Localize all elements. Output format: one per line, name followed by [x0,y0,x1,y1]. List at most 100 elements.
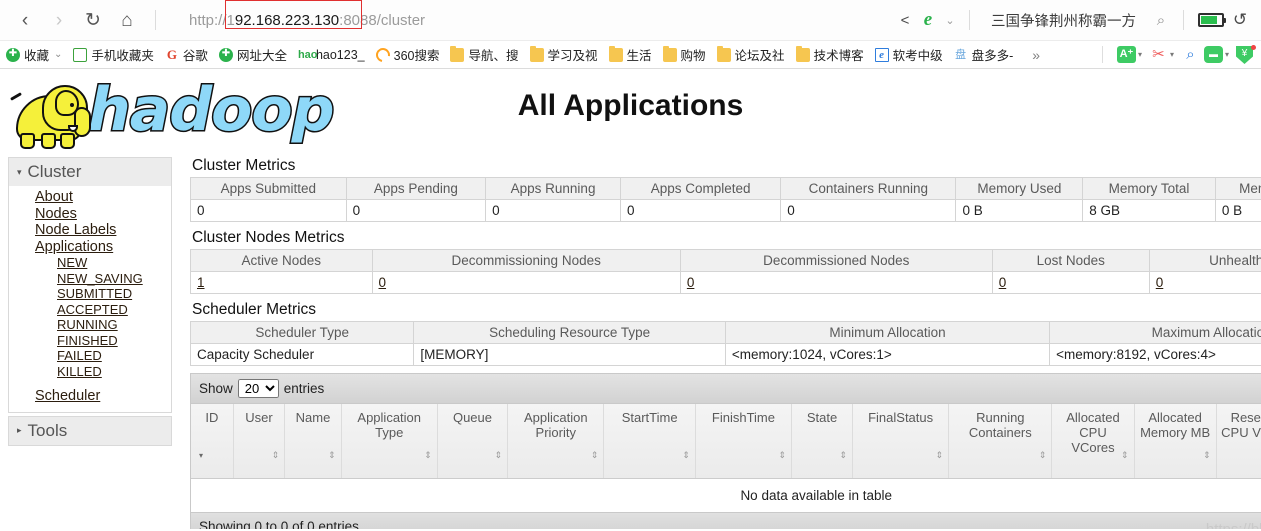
datatable-info-bar: Showing 0 to 0 of 0 entries https://blog… [191,511,1261,529]
col-application-priority[interactable]: Application Priority ⇕ [507,404,605,479]
bookmark-folder-study[interactable]: 学习及视 [529,45,598,64]
translate-icon[interactable]: A⁺ [1116,46,1136,63]
security-shield-icon [165,12,181,29]
sidebar-header-tools[interactable]: ▸ Tools [9,416,171,445]
chevron-down-icon[interactable]: ⌄ [54,49,62,60]
sidebar-item-accepted[interactable]: ACCEPTED [57,302,171,318]
gamepad-icon[interactable]: ▬ [1203,46,1223,63]
bookmark-hao123[interactable]: hao hao123_ [298,48,365,62]
sidebar-item-failed[interactable]: FAILED [57,348,171,364]
col-finishtime[interactable]: FinishTime ⇕ [695,404,793,479]
sort-icon: ⇕ [590,449,599,460]
back-button[interactable]: ‹ [10,5,40,35]
chevron-down-icon[interactable]: ▾ [1225,50,1229,59]
undo-icon[interactable]: ↺ [1229,10,1251,30]
col-state[interactable]: State ⇕ [791,404,854,479]
col-active-nodes: Active Nodes [190,249,373,272]
sidebar-item-applications[interactable]: Applications [35,239,171,256]
col-starttime[interactable]: StartTime ⇕ [603,404,696,479]
sidebar-header-cluster[interactable]: ▾ Cluster [9,158,171,186]
col-user[interactable]: User ⇕ [233,404,286,479]
col-application-type[interactable]: Application Type ⇕ [341,404,438,479]
home-button[interactable]: ⌂ [112,5,142,35]
scissors-icon[interactable]: ✂ [1149,46,1168,63]
page-size-select[interactable]: 20 [237,379,279,398]
col-queue[interactable]: Queue ⇕ [437,404,509,479]
sidebar-item-new-saving[interactable]: NEW_SAVING [57,271,171,287]
battery-icon [1198,13,1226,27]
sidebar-item-new[interactable]: NEW [57,255,171,271]
decommissioning-nodes-link[interactable]: 0 [379,275,387,290]
cell-unhealthy-nodes: 0 [1148,271,1261,294]
col-allocated-memory-mb[interactable]: Allocated Memory MB ⇕ [1134,404,1217,479]
bookmark-google[interactable]: G 谷歌 [165,45,208,64]
address-bar[interactable]: http://192.168.223.130:8088/cluster [165,0,894,35]
col-allocated-cpu-vcores[interactable]: Allocated CPU VCores ⇕ [1051,404,1135,479]
datatable-length-control: Show 20 entries [191,374,1261,404]
sidebar-item-killed[interactable]: KILLED [57,364,171,380]
header-label: FinalStatus [868,410,934,425]
sidebar-item-about[interactable]: About [35,189,171,206]
sidebar-item-running[interactable]: RUNNING [57,317,171,333]
sidebar-item-nodes[interactable]: Nodes [35,206,171,223]
bookmark-favorites[interactable]: 收藏 ⌄ [6,45,62,64]
bookmarks-overflow-button[interactable]: » [1032,47,1040,63]
cell-apps-running: 0 [485,199,621,222]
lost-nodes-link[interactable]: 0 [999,275,1007,290]
bookmarks-bar: 收藏 ⌄ 手机收藏夹 G 谷歌 网址大全 hao hao123_ 360搜索 导… [0,40,1261,69]
col-running-containers[interactable]: Running Containers ⇕ [948,404,1053,479]
active-nodes-link[interactable]: 1 [197,275,205,290]
phone-icon [73,47,88,62]
share-icon[interactable]: < [894,12,916,29]
bookmark-phone-favorites[interactable]: 手机收藏夹 [73,45,154,64]
bookmark-folder-shopping[interactable]: 购物 [662,45,706,64]
promo-title[interactable]: 三国争锋荆州称霸一方 [979,10,1148,31]
table-row: 1 0 0 0 0 0 [190,271,1261,294]
col-apps-submitted: Apps Submitted [190,177,347,200]
decommissioned-nodes-link[interactable]: 0 [687,275,695,290]
col-unhealthy-nodes: Unhealthy Nodes [1148,249,1261,272]
sort-icon: ⇕ [494,449,503,460]
bookmark-site-directory[interactable]: 网址大全 [218,45,287,64]
url-text[interactable]: http://192.168.223.130:8088/cluster [189,12,425,29]
bookmark-folder-life[interactable]: 生活 [608,45,652,64]
bookmark-folder-navigation[interactable]: 导航、搜 [450,45,519,64]
bookmark-label: 学习及视 [547,49,598,63]
col-finalstatus[interactable]: FinalStatus ⇕ [852,404,950,479]
folder-icon [450,45,465,62]
shield-yen-icon[interactable]: ¥ [1236,45,1256,64]
entries-label: entries [283,381,325,396]
col-decommissioning-nodes: Decommissioning Nodes [371,249,681,272]
sidebar-item-finished[interactable]: FINISHED [57,333,171,349]
nav-separator [155,10,156,30]
search-icon[interactable]: ⌕ [1148,12,1174,29]
header-label: Allocated CPU VCores [1066,410,1120,455]
bookmark-ruankao[interactable]: e 软考中级 [874,45,943,64]
forward-button[interactable]: › [44,5,74,35]
sort-icon: ⇕ [271,449,280,460]
reload-button[interactable]: ↻ [78,5,108,35]
sidebar-item-scheduler[interactable]: Scheduler [35,388,171,405]
sort-desc-icon: ▾ [199,450,204,460]
chevron-down-icon[interactable]: ▾ [1170,50,1174,59]
browser-logo-icon[interactable]: e [916,9,940,31]
col-name[interactable]: Name ⇕ [284,404,342,479]
chevron-down-icon[interactable]: ▾ [1138,50,1142,59]
magnifier-icon[interactable]: ⌕ [1181,46,1200,63]
table-header-row: ID ▾ User ⇕ Name ⇕ Application Type ⇕ Queue ⇕… [191,404,1261,479]
col-reserved-cpu-vcores[interactable]: Reserved CPU VCores⇕ [1216,404,1261,479]
chevron-down-icon[interactable]: ⌄ [940,14,960,27]
bookmark-360-search[interactable]: 360搜索 [372,44,439,65]
unhealthy-nodes-link[interactable]: 0 [1156,275,1164,290]
table-empty-row: No data available in table [191,477,1261,512]
bookmark-folder-tech-blog[interactable]: 技术博客 [795,45,864,64]
sidebar-item-submitted[interactable]: SUBMITTED [57,286,171,302]
bookmark-label: 收藏 [24,49,50,63]
sidebar-item-node-labels[interactable]: Node Labels [35,222,171,239]
bookmark-folder-forums[interactable]: 论坛及社 [716,45,785,64]
col-id[interactable]: ID ▾ [191,404,234,479]
bookmark-panduoduo[interactable]: 盘 盘多多- [954,45,1013,64]
cell-decommissioning-nodes: 0 [371,271,681,294]
bookmark-label: 导航、搜 [468,49,519,63]
